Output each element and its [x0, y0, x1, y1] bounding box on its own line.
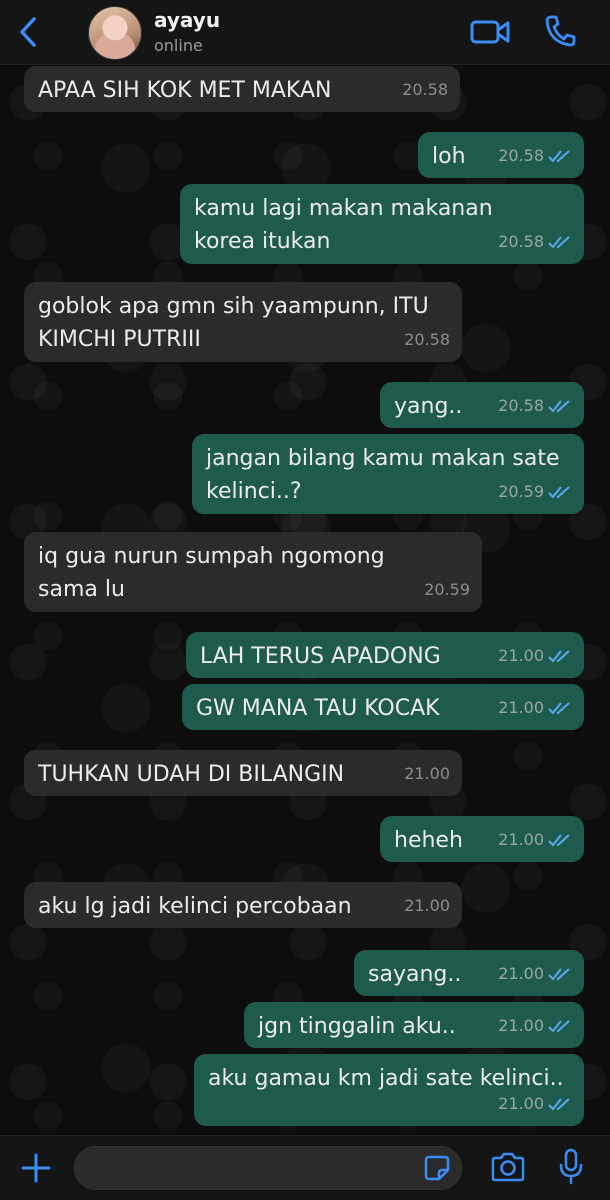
message-bubble-incoming[interactable]: aku lg jadi kelinci percobaan 21.00: [24, 882, 462, 928]
message-bubble-outgoing[interactable]: loh 20.58: [418, 132, 584, 178]
contact-status: online: [154, 36, 203, 55]
sticker-icon[interactable]: [424, 1155, 450, 1181]
message-bubble-outgoing[interactable]: GW MANA TAU KOCAK 21.00: [182, 684, 584, 730]
message-bubble-outgoing[interactable]: kamu lagi makan makanan korea itukan 20.…: [180, 184, 584, 264]
phone-icon[interactable]: [544, 14, 576, 48]
message-time: 21.00: [498, 957, 572, 990]
message-time: 20.58: [498, 389, 572, 422]
message-time: 21.00: [498, 823, 572, 856]
chat-header: ayayu online: [0, 0, 610, 65]
plus-icon[interactable]: [20, 1152, 52, 1184]
message-input[interactable]: [74, 1146, 462, 1190]
composer-bar: [0, 1135, 610, 1200]
message-time: 20.59: [498, 475, 572, 508]
message-bubble-outgoing[interactable]: aku gamau km jadi sate kelinci.. 21.00: [194, 1054, 584, 1126]
message-bubble-incoming[interactable]: goblok apa gmn sih yaampunn, ITU KIMCHI …: [24, 282, 462, 362]
message-text: jgn tinggalin aku..: [258, 1014, 456, 1039]
message-time: 21.00: [498, 1009, 572, 1042]
contact-name[interactable]: ayayu: [154, 8, 220, 32]
message-bubble-outgoing[interactable]: heheh 21.00: [380, 816, 584, 862]
message-bubble-incoming[interactable]: TUHKAN UDAH DI BILANGIN 21.00: [24, 750, 462, 796]
message-text: loh: [432, 144, 466, 169]
message-bubble-outgoing[interactable]: jgn tinggalin aku.. 21.00: [244, 1002, 584, 1048]
message-bubble-outgoing[interactable]: sayang.. 21.00: [354, 950, 584, 996]
message-bubble-incoming[interactable]: iq gua nurun sumpah ngomong sama lu 20.5…: [24, 532, 482, 612]
message-text: TUHKAN UDAH DI BILANGIN: [38, 762, 345, 787]
message-text: sayang..: [368, 962, 462, 987]
read-ticks-icon: [548, 701, 570, 714]
message-time: 21.00: [404, 896, 450, 915]
message-bubble-outgoing[interactable]: LAH TERUS APADONG 21.00: [186, 632, 584, 678]
message-text: aku lg jadi kelinci percobaan: [38, 894, 352, 919]
message-text: heheh: [394, 828, 463, 853]
message-time: 20.59: [424, 580, 470, 599]
read-ticks-icon: [548, 235, 570, 248]
video-call-icon[interactable]: [470, 18, 510, 46]
message-time: 20.58: [498, 139, 572, 172]
message-time: 21.00: [498, 691, 572, 724]
camera-icon[interactable]: [490, 1152, 526, 1182]
avatar[interactable]: [88, 6, 142, 60]
message-bubble-incoming[interactable]: APAA SIH KOK MET MAKAN 20.58: [24, 66, 460, 112]
mic-icon[interactable]: [558, 1148, 584, 1186]
back-icon[interactable]: [14, 14, 44, 50]
read-ticks-icon: [548, 967, 570, 980]
read-ticks-icon: [548, 649, 570, 662]
message-text: GW MANA TAU KOCAK: [196, 696, 440, 721]
message-text: goblok apa gmn sih yaampunn, ITU KIMCHI …: [38, 294, 429, 352]
read-ticks-icon: [548, 1097, 570, 1110]
message-text: APAA SIH KOK MET MAKAN: [38, 78, 332, 103]
message-time: 20.58: [498, 225, 572, 258]
message-time: 21.00: [498, 1087, 572, 1120]
message-text: LAH TERUS APADONG: [200, 644, 441, 669]
message-time: 21.00: [498, 639, 572, 672]
message-time: 20.58: [402, 80, 448, 99]
message-time: 20.58: [404, 330, 450, 349]
message-bubble-outgoing[interactable]: jangan bilang kamu makan sate kelinci..?…: [192, 434, 584, 514]
message-time: 21.00: [404, 764, 450, 783]
message-text: yang..: [394, 394, 463, 419]
read-ticks-icon: [548, 485, 570, 498]
message-bubble-outgoing[interactable]: yang.. 20.58: [380, 382, 584, 428]
read-ticks-icon: [548, 149, 570, 162]
read-ticks-icon: [548, 399, 570, 412]
message-text: iq gua nurun sumpah ngomong sama lu: [38, 544, 385, 602]
message-text: kamu lagi makan makanan korea itukan: [194, 196, 493, 254]
read-ticks-icon: [548, 833, 570, 846]
read-ticks-icon: [548, 1019, 570, 1032]
